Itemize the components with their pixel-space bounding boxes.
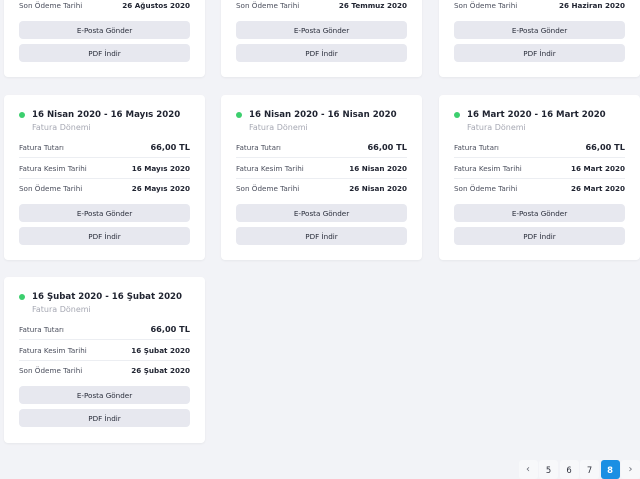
due-date-row: Son Ödeme Tarihi 26 Haziran 2020: [454, 0, 625, 15]
download-pdf-button[interactable]: PDF İndir: [19, 409, 190, 427]
card-header: 16 Nisan 2020 - 16 Nisan 2020: [236, 110, 397, 120]
download-pdf-button[interactable]: PDF İndir: [236, 227, 407, 245]
period-subtitle: Fatura Dönemi: [249, 123, 308, 132]
invoice-period: 16 Nisan 2020 - 16 Nisan 2020: [249, 110, 397, 120]
issue-date-row: Fatura Kesim Tarihi 16 Mayıs 2020: [19, 158, 190, 179]
invoice-card-1: 16 Nisan 2020 - 16 Mayıs 2020 Fatura Dön…: [4, 95, 205, 260]
send-einvoice-button[interactable]: E-Posta Gönder: [454, 204, 625, 222]
due-date-row: Son Ödeme Tarihi 26 Temmuz 2020: [236, 0, 407, 15]
amount-row: Fatura Tutarı 66,00 TL: [236, 137, 407, 158]
amount-label: Fatura Tutarı: [236, 142, 281, 152]
due-date-label: Son Ödeme Tarihi: [19, 0, 83, 10]
amount-row: Fatura Tutarı 66,00 TL: [19, 137, 190, 158]
send-einvoice-button[interactable]: E-Posta Gönder: [454, 21, 625, 39]
invoice-card-partial-3: Son Ödeme Tarihi 26 Haziran 2020 E-Posta…: [439, 0, 640, 77]
due-date-value: 26 Haziran 2020: [558, 0, 625, 10]
status-dot: [19, 112, 25, 118]
due-date-value: 26 Nisan 2020: [349, 183, 407, 193]
due-date-value: 26 Ağustos 2020: [122, 0, 190, 10]
status-dot: [19, 294, 25, 300]
period-subtitle: Fatura Dönemi: [467, 123, 526, 132]
due-date-row: Son Ödeme Tarihi 26 Mayıs 2020: [19, 178, 190, 198]
issue-date-value: 16 Şubat 2020: [131, 345, 190, 355]
invoice-period: 16 Nisan 2020 - 16 Mayıs 2020: [32, 110, 181, 120]
amount-label: Fatura Tutarı: [454, 142, 499, 152]
amount-value: 66,00 TL: [150, 142, 190, 152]
period-subtitle: Fatura Dönemi: [32, 305, 91, 314]
due-date-row: Son Ödeme Tarihi 26 Ağustos 2020: [19, 0, 190, 15]
invoice-card-partial-1: Son Ödeme Tarihi 26 Ağustos 2020 E-Posta…: [4, 0, 205, 77]
send-einvoice-button[interactable]: E-Posta Gönder: [19, 386, 190, 404]
status-dot: [454, 112, 460, 118]
send-einvoice-button[interactable]: E-Posta Gönder: [19, 204, 190, 222]
due-date-row: Son Ödeme Tarihi 26 Mart 2020: [454, 178, 625, 198]
card-header: 16 Nisan 2020 - 16 Mayıs 2020: [19, 110, 180, 120]
amount-label: Fatura Tutarı: [19, 324, 64, 334]
issue-date-row: Fatura Kesim Tarihi 16 Şubat 2020: [19, 340, 190, 361]
due-date-value: 26 Mayıs 2020: [131, 183, 190, 193]
download-pdf-button[interactable]: PDF İndir: [454, 227, 625, 245]
page-8-button-current[interactable]: 8: [600, 460, 620, 479]
card-header: 16 Mart 2020 - 16 Mart 2020: [454, 110, 606, 120]
status-dot: [236, 112, 242, 118]
issue-date-row: Fatura Kesim Tarihi 16 Nisan 2020: [236, 158, 407, 179]
due-date-label: Son Ödeme Tarihi: [19, 365, 83, 375]
invoice-period: 16 Mart 2020 - 16 Mart 2020: [467, 110, 606, 120]
amount-value: 66,00 TL: [150, 324, 190, 334]
due-date-value: 26 Mart 2020: [571, 183, 625, 193]
chevron-right-icon[interactable]: ›: [621, 460, 640, 479]
due-date-row: Son Ödeme Tarihi 26 Şubat 2020: [19, 360, 190, 380]
due-date-label: Son Ödeme Tarihi: [236, 0, 300, 10]
issue-date-value: 16 Mart 2020: [571, 163, 625, 173]
page-7-button[interactable]: 7: [580, 460, 599, 479]
due-date-value: 26 Şubat 2020: [131, 365, 190, 375]
issue-date-label: Fatura Kesim Tarihi: [19, 345, 87, 355]
invoice-card-2: 16 Nisan 2020 - 16 Nisan 2020 Fatura Dön…: [221, 95, 422, 260]
issue-date-label: Fatura Kesim Tarihi: [19, 163, 87, 173]
due-date-label: Son Ödeme Tarihi: [19, 183, 83, 193]
period-subtitle: Fatura Dönemi: [32, 123, 91, 132]
due-date-value: 26 Temmuz 2020: [338, 0, 407, 10]
issue-date-label: Fatura Kesim Tarihi: [236, 163, 304, 173]
amount-value: 66,00 TL: [367, 142, 407, 152]
issue-date-value: 16 Nisan 2020: [349, 163, 407, 173]
download-pdf-button[interactable]: PDF İndir: [19, 227, 190, 245]
issue-date-value: 16 Mayıs 2020: [131, 163, 190, 173]
amount-label: Fatura Tutarı: [19, 142, 64, 152]
page-6-button[interactable]: 6: [559, 460, 579, 479]
due-date-label: Son Ödeme Tarihi: [236, 183, 300, 193]
amount-row: Fatura Tutarı 66,00 TL: [454, 137, 625, 158]
amount-row: Fatura Tutarı 66,00 TL: [19, 319, 190, 340]
pagination: ‹ 5 6 7 8 ›: [517, 460, 640, 479]
invoice-card-3: 16 Mart 2020 - 16 Mart 2020 Fatura Dönem…: [439, 95, 640, 260]
invoice-card-4: 16 Şubat 2020 - 16 Şubat 2020 Fatura Dön…: [4, 277, 205, 443]
due-date-label: Son Ödeme Tarihi: [454, 183, 518, 193]
due-date-label: Son Ödeme Tarihi: [454, 0, 518, 10]
due-date-row: Son Ödeme Tarihi 26 Nisan 2020: [236, 178, 407, 198]
download-pdf-button[interactable]: PDF İndir: [454, 44, 625, 62]
send-einvoice-button[interactable]: E-Posta Gönder: [236, 204, 407, 222]
download-pdf-button[interactable]: PDF İndir: [236, 44, 407, 62]
download-pdf-button[interactable]: PDF İndir: [19, 44, 190, 62]
card-header: 16 Şubat 2020 - 16 Şubat 2020: [19, 292, 182, 302]
invoice-period: 16 Şubat 2020 - 16 Şubat 2020: [32, 292, 183, 302]
invoice-card-partial-2: Son Ödeme Tarihi 26 Temmuz 2020 E-Posta …: [221, 0, 422, 77]
amount-value: 66,00 TL: [585, 142, 625, 152]
page-5-button[interactable]: 5: [539, 460, 558, 479]
issue-date-row: Fatura Kesim Tarihi 16 Mart 2020: [454, 158, 625, 179]
issue-date-label: Fatura Kesim Tarihi: [454, 163, 522, 173]
send-einvoice-button[interactable]: E-Posta Gönder: [236, 21, 407, 39]
chevron-left-icon[interactable]: ‹: [518, 460, 538, 479]
send-einvoice-button[interactable]: E-Posta Gönder: [19, 21, 190, 39]
